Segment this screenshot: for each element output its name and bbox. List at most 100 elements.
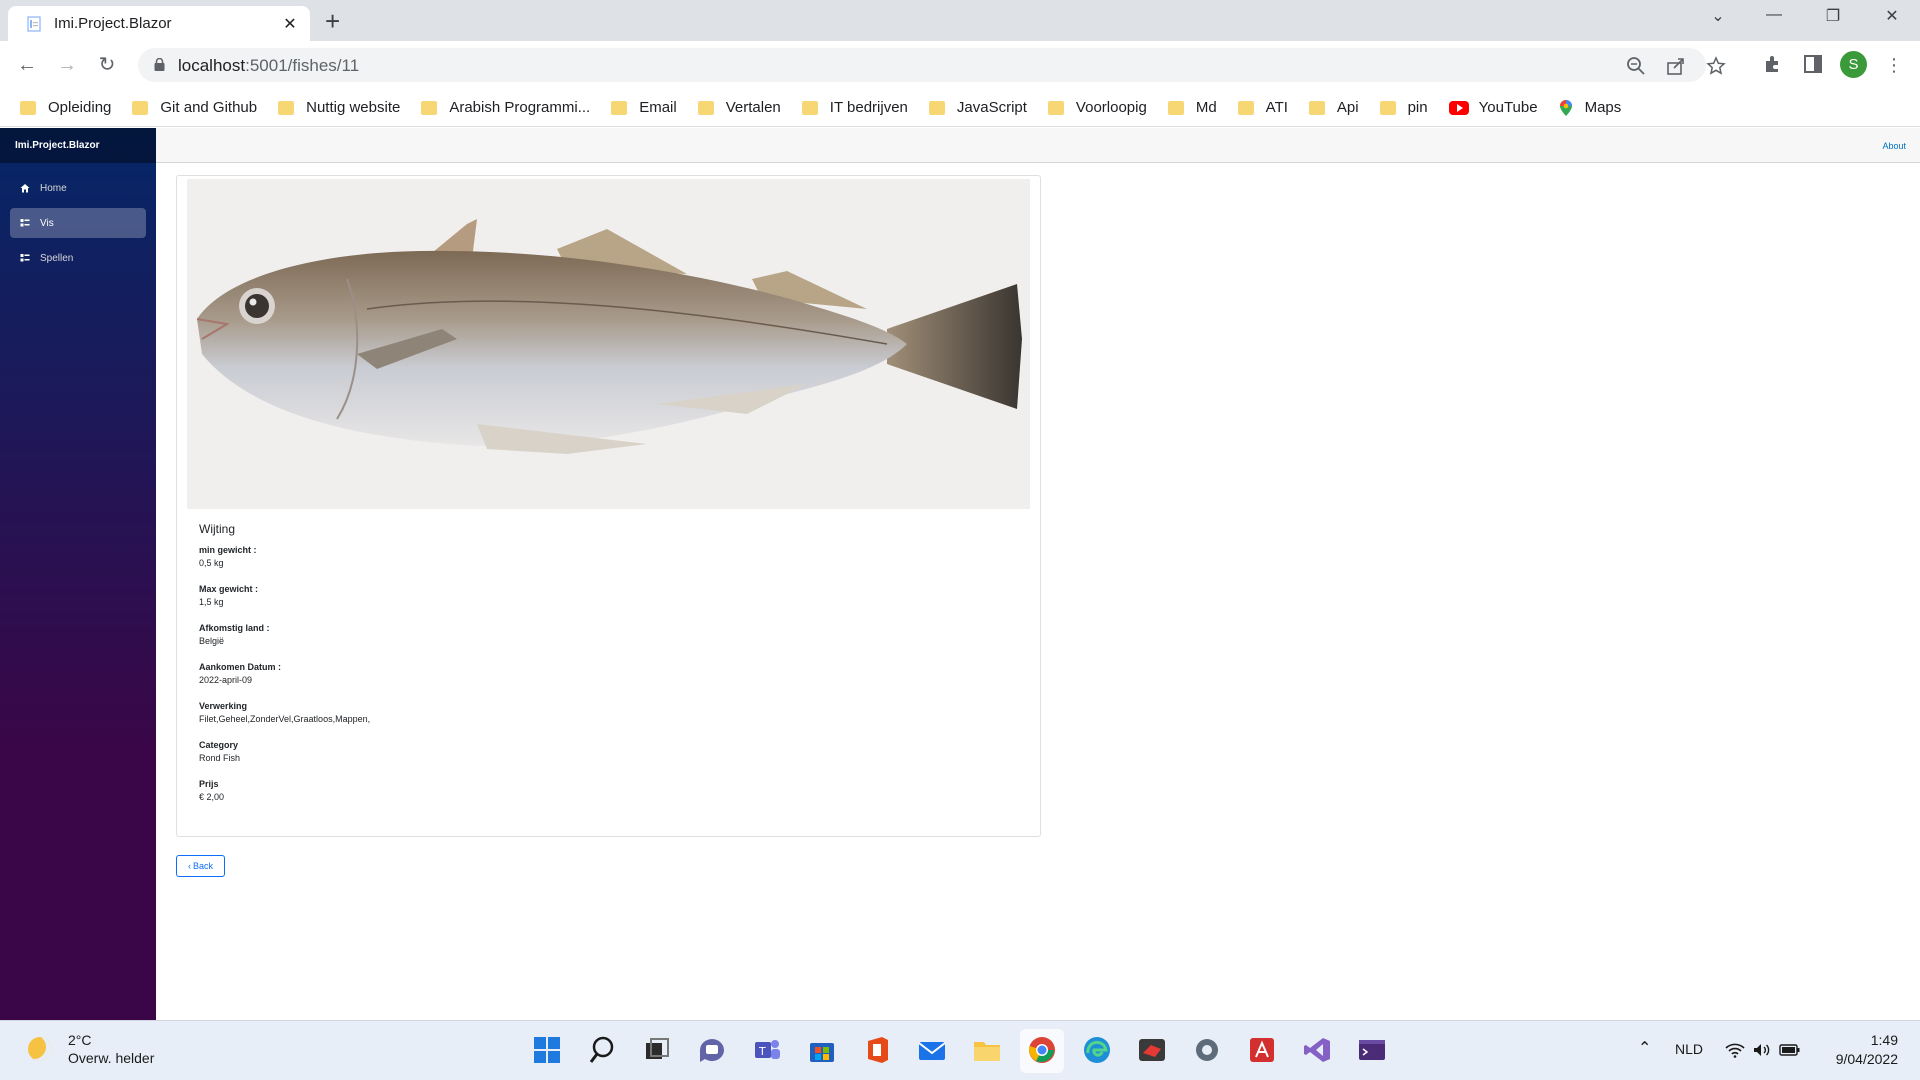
side-panel-icon[interactable]: [1802, 53, 1824, 75]
teams-chat-icon[interactable]: [697, 1035, 727, 1065]
nav-item-vis[interactable]: Vis: [10, 208, 146, 238]
browser-tab[interactable]: Imi.Project.Blazor ✕: [8, 6, 310, 41]
bookmark-item[interactable]: Vertalen: [697, 99, 781, 116]
battery-icon[interactable]: [1779, 1042, 1801, 1058]
acrobat-icon[interactable]: [1247, 1035, 1277, 1065]
top-row: About: [156, 128, 1920, 163]
bookmark-item[interactable]: IT bedrijven: [801, 99, 908, 116]
chevron-up-icon[interactable]: ⌃: [1638, 1038, 1651, 1058]
terminal-icon[interactable]: [1357, 1035, 1387, 1065]
bookmark-label: JavaScript: [956, 99, 1027, 116]
tab-search-icon[interactable]: ⌄: [1698, 6, 1738, 26]
edge-icon[interactable]: [1082, 1035, 1112, 1065]
share-icon[interactable]: [1666, 56, 1686, 76]
zoom-icon[interactable]: [1626, 56, 1646, 76]
profile-avatar[interactable]: S: [1840, 51, 1867, 78]
weather-widget[interactable]: 2°C Overw. helder: [28, 1031, 154, 1067]
tab-close-icon[interactable]: ✕: [280, 14, 300, 34]
list-icon: [20, 254, 30, 262]
teams-icon[interactable]: T: [752, 1035, 782, 1065]
detail-field-label: min gewicht :: [199, 545, 257, 555]
back-button[interactable]: ‹ Back: [176, 855, 225, 877]
detail-field: Verwerking Filet,Geheel,ZonderVel,Graatlo…: [199, 700, 370, 726]
bookmark-star-icon[interactable]: [1706, 56, 1726, 76]
minimize-icon[interactable]: —: [1754, 6, 1794, 24]
folder-icon: [421, 100, 438, 115]
detail-field: Prijs € 2,00: [199, 778, 370, 804]
bookmark-item[interactable]: pin: [1379, 99, 1428, 116]
app-brand[interactable]: Imi.Project.Blazor: [0, 128, 156, 163]
detail-field-value: 1,5 kg: [199, 597, 224, 607]
bookmark-item[interactable]: Nuttig website: [278, 99, 400, 116]
bookmark-label: YouTube: [1478, 99, 1538, 116]
bookmark-item[interactable]: ATI: [1237, 99, 1288, 116]
task-view-icon[interactable]: [642, 1035, 672, 1065]
chrome-menu-icon[interactable]: ⋮: [1880, 51, 1908, 79]
mail-icon[interactable]: [917, 1035, 947, 1065]
detail-field-label: Max gewicht :: [199, 584, 259, 594]
restore-icon[interactable]: ❐: [1813, 6, 1853, 26]
language-indicator[interactable]: NLD: [1675, 1041, 1703, 1057]
fish-image: [187, 179, 1030, 509]
bookmark-label: pin: [1407, 99, 1428, 116]
nav-item-label: Spellen: [40, 252, 74, 264]
tab-title: Imi.Project.Blazor: [54, 15, 172, 32]
home-icon: [20, 184, 30, 193]
address-bar[interactable]: localhost:5001/fishes/11: [138, 48, 1726, 82]
wifi-icon[interactable]: [1725, 1042, 1745, 1058]
file-explorer-icon[interactable]: [972, 1035, 1002, 1065]
blazor-app: Imi.Project.Blazor Home Vis Spellen Abou…: [0, 128, 1920, 1020]
settings-gear-icon[interactable]: [1192, 1035, 1222, 1065]
reload-icon[interactable]: ↻: [93, 51, 121, 79]
close-window-icon[interactable]: ✕: [1872, 6, 1912, 26]
windows-start-icon[interactable]: [532, 1035, 562, 1065]
chrome-icon[interactable]: [1027, 1035, 1057, 1065]
bookmark-item[interactable]: Git and Github: [132, 99, 257, 116]
nav-item-spellen[interactable]: Spellen: [10, 243, 146, 273]
detail-field-value: België: [199, 636, 225, 646]
moon-icon: [28, 1037, 52, 1061]
extensions-icon[interactable]: [1762, 53, 1784, 75]
windows-taskbar: 2°C Overw. helder T ⌃ NLD 1:49 9/04/2022: [0, 1020, 1920, 1080]
dev-tool-icon[interactable]: [1137, 1035, 1167, 1065]
about-link[interactable]: About: [1882, 141, 1906, 151]
nav-item-label: Vis: [40, 217, 54, 229]
nav-item-home[interactable]: Home: [10, 173, 146, 203]
folder-icon: [801, 100, 818, 115]
weather-temperature: 2°C: [68, 1032, 92, 1048]
office-icon[interactable]: [862, 1035, 892, 1065]
detail-field-value: 2022-april-09: [199, 675, 253, 685]
visual-studio-icon[interactable]: [1302, 1035, 1332, 1065]
bookmark-label: Maps: [1584, 99, 1622, 116]
bookmark-item[interactable]: Api: [1308, 99, 1359, 116]
search-icon[interactable]: [587, 1035, 617, 1065]
folder-icon: [1308, 100, 1325, 115]
sidebar: Imi.Project.Blazor Home Vis Spellen: [0, 128, 156, 1020]
bookmark-label: Opleiding: [48, 99, 112, 116]
bookmark-item[interactable]: Md: [1167, 99, 1217, 116]
nav-item-label: Home: [40, 182, 67, 194]
folder-icon: [1047, 100, 1064, 115]
list-icon: [20, 219, 30, 227]
volume-icon[interactable]: [1752, 1042, 1772, 1058]
folder-icon: [697, 100, 714, 115]
bookmark-item[interactable]: JavaScript: [928, 99, 1027, 116]
detail-field: min gewicht : 0,5 kg: [199, 544, 370, 570]
bookmark-item[interactable]: Voorloopig: [1047, 99, 1147, 116]
forward-arrow-icon[interactable]: →: [53, 51, 81, 79]
new-tab-icon[interactable]: +: [325, 7, 340, 35]
bookmark-item[interactable]: Email: [611, 99, 677, 116]
detail-field-value: 0,5 kg: [199, 558, 224, 568]
system-clock[interactable]: 1:49 9/04/2022: [1836, 1031, 1898, 1069]
url-text: localhost:5001/fishes/11: [178, 56, 360, 75]
back-arrow-icon[interactable]: ←: [13, 51, 41, 79]
weather-condition: Overw. helder: [68, 1050, 155, 1066]
bookmark-item[interactable]: Arabish Programmi...: [421, 99, 590, 116]
bookmark-item[interactable]: Maps: [1559, 99, 1622, 117]
bookmark-item[interactable]: Opleiding: [20, 99, 111, 116]
store-icon[interactable]: [807, 1035, 837, 1065]
bookmark-item[interactable]: YouTube: [1448, 99, 1538, 116]
maps-icon: [1559, 99, 1572, 116]
detail-field-label: Aankomen Datum :: [199, 662, 282, 672]
bookmark-label: IT bedrijven: [829, 99, 908, 116]
